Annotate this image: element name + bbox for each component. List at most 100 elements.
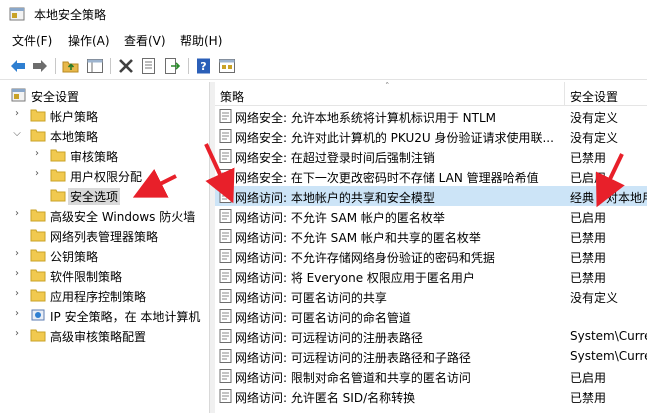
forward-icon[interactable]	[31, 57, 49, 75]
chevron-right-icon[interactable]: ›	[12, 328, 22, 340]
tree-label: 网络列表管理器策略	[50, 230, 159, 244]
policy-icon	[219, 389, 232, 403]
export-icon[interactable]	[163, 57, 181, 75]
chevron-right-icon[interactable]: ›	[12, 208, 22, 220]
folder-icon	[30, 249, 46, 262]
tree-item-network-list[interactable]: 网络列表管理器策略	[0, 225, 209, 245]
table-row[interactable]: 网络访问: 不允许存储网络身份验证的密码和凭据 已禁用	[215, 246, 647, 266]
policy-setting: 没有定义	[570, 111, 619, 125]
properties-icon[interactable]	[140, 57, 158, 75]
policy-setting: System\CurrentC	[570, 349, 647, 363]
policy-setting: 已禁用	[570, 251, 607, 265]
policy-name: 网络访问: 不允许 SAM 帐户的匿名枚举	[235, 211, 445, 225]
tree-label: 安全设置	[31, 90, 80, 104]
policy-setting: 已禁用	[570, 231, 607, 245]
table-row[interactable]: 网络访问: 将 Everyone 权限应用于匿名用户 已禁用	[215, 266, 647, 286]
policy-name: 网络安全: 在超过登录时间后强制注销	[235, 151, 435, 165]
policy-setting: System\CurrentC	[570, 329, 647, 343]
view-icon[interactable]	[218, 57, 236, 75]
table-row[interactable]: 网络访问: 不允许 SAM 帐户的匿名枚举 已启用	[215, 206, 647, 226]
tree-label: 高级审核策略配置	[50, 330, 147, 344]
chevron-right-icon[interactable]: ›	[32, 168, 42, 180]
column-header-policy[interactable]: 策略	[220, 88, 244, 105]
menu-bar: 文件(F) 操作(A) 查看(V) 帮助(H)	[0, 28, 647, 52]
table-row[interactable]: 网络访问: 可匿名访问的共享 没有定义	[215, 286, 647, 306]
menu-help[interactable]: 帮助(H)	[180, 32, 222, 49]
chevron-right-icon[interactable]: ›	[12, 108, 22, 120]
policy-setting: 没有定义	[570, 131, 619, 145]
table-row[interactable]: 网络访问: 不允许 SAM 帐户和共享的匿名枚举 已禁用	[215, 226, 647, 246]
tree-item-firewall[interactable]: › 高级安全 Windows 防火墙	[0, 205, 209, 225]
tree-label: 帐户策略	[50, 110, 99, 124]
chevron-down-icon[interactable]: ⌵	[12, 128, 22, 140]
tree-item-advanced-audit[interactable]: › 高级审核策略配置	[0, 325, 209, 345]
back-icon[interactable]	[9, 57, 27, 75]
policy-name: 网络访问: 可远程访问的注册表路径	[235, 331, 423, 345]
table-row[interactable]: 网络访问: 本地帐户的共享和安全模型 经典 - 对本地用户	[215, 186, 647, 206]
help-icon[interactable]: ?	[195, 57, 213, 75]
tree-item-app-control[interactable]: › 应用程序控制策略	[0, 285, 209, 305]
policy-name: 网络安全: 允许本地系统将计算机标识用于 NTLM	[235, 111, 497, 125]
table-row[interactable]: 网络访问: 可远程访问的注册表路径和子路径 System\CurrentC	[215, 346, 647, 366]
folder-icon	[50, 149, 66, 162]
policy-icon	[219, 289, 232, 303]
chevron-right-icon[interactable]: ›	[12, 288, 22, 300]
folder-open-icon	[30, 129, 46, 142]
column-header-setting[interactable]: 安全设置	[570, 88, 618, 105]
tree-label: IP 安全策略，在 本地计算机	[50, 310, 201, 324]
folder-icon	[30, 329, 46, 342]
tree-item-local-policies[interactable]: ⌵ 本地策略	[0, 125, 209, 145]
up-folder-icon[interactable]	[62, 57, 80, 75]
chevron-right-icon[interactable]: ›	[12, 308, 22, 320]
policy-icon	[219, 189, 232, 203]
chevron-right-icon[interactable]: ›	[32, 148, 42, 160]
table-row[interactable]: 网络访问: 限制对命名管道和共享的匿名访问 已启用	[215, 366, 647, 386]
policy-icon	[219, 349, 232, 363]
show-tree-icon[interactable]	[86, 57, 104, 75]
policy-name: 网络访问: 可匿名访问的共享	[235, 291, 387, 305]
policy-icon	[219, 209, 232, 223]
column-divider[interactable]	[564, 82, 565, 106]
policy-icon	[219, 329, 232, 343]
table-row[interactable]: 网络访问: 可匿名访问的命名管道	[215, 306, 647, 326]
list-header: ˄ 策略 安全设置	[215, 82, 647, 106]
tree-item-software-restriction[interactable]: › 软件限制策略	[0, 265, 209, 285]
tree-root[interactable]: 安全设置	[0, 85, 209, 105]
tree-item-account-policies[interactable]: › 帐户策略	[0, 105, 209, 125]
svg-text:?: ?	[200, 60, 206, 73]
table-row[interactable]: 网络安全: 在超过登录时间后强制注销 已禁用	[215, 146, 647, 166]
title-bar: 本地安全策略	[0, 0, 647, 28]
policy-setting: 已禁用	[570, 151, 607, 165]
delete-icon[interactable]	[117, 57, 135, 75]
toolbar-separator	[188, 58, 189, 74]
tree-item-ip-security[interactable]: › IP 安全策略，在 本地计算机	[0, 305, 209, 325]
chevron-right-icon[interactable]: ›	[12, 248, 22, 260]
tree-item-audit-policy[interactable]: › 审核策略	[0, 145, 209, 165]
tree-label: 应用程序控制策略	[50, 290, 147, 304]
menu-view[interactable]: 查看(V)	[124, 32, 166, 49]
policy-setting: 没有定义	[570, 291, 619, 305]
menu-file[interactable]: 文件(F)	[12, 32, 52, 49]
policy-name: 网络访问: 不允许 SAM 帐户和共享的匿名枚举	[235, 231, 481, 245]
table-row[interactable]: 网络安全: 允许本地系统将计算机标识用于 NTLM 没有定义	[215, 106, 647, 126]
tree-item-public-key[interactable]: › 公钥策略	[0, 245, 209, 265]
tree-label: 本地策略	[50, 130, 99, 144]
tree-label: 公钥策略	[50, 250, 99, 264]
table-row[interactable]: 网络访问: 可远程访问的注册表路径 System\CurrentC	[215, 326, 647, 346]
chevron-right-icon[interactable]: ›	[12, 268, 22, 280]
policy-setting: 已启用	[570, 171, 607, 185]
menu-action[interactable]: 操作(A)	[68, 32, 110, 49]
table-row[interactable]: 网络安全: 允许对此计算机的 PKU2U 身份验证请求使用联... 没有定义	[215, 126, 647, 146]
policy-name: 网络访问: 限制对命名管道和共享的匿名访问	[235, 371, 471, 385]
policy-icon	[219, 109, 232, 123]
tree-label: 用户权限分配	[70, 170, 143, 184]
table-row[interactable]: 网络安全: 在下一次更改密码时不存储 LAN 管理器哈希值 已启用	[215, 166, 647, 186]
policy-setting: 已禁用	[570, 271, 607, 285]
tree-item-security-options[interactable]: 安全选项	[0, 185, 209, 205]
table-row[interactable]: 网络访问: 允许匿名 SID/名称转换 已禁用	[215, 386, 647, 406]
tree-item-user-rights[interactable]: › 用户权限分配	[0, 165, 209, 185]
toolbar-separator	[55, 58, 56, 74]
policy-icon	[219, 369, 232, 383]
sort-ascending-icon: ˄	[385, 82, 390, 92]
toolbar-separator	[110, 58, 111, 74]
